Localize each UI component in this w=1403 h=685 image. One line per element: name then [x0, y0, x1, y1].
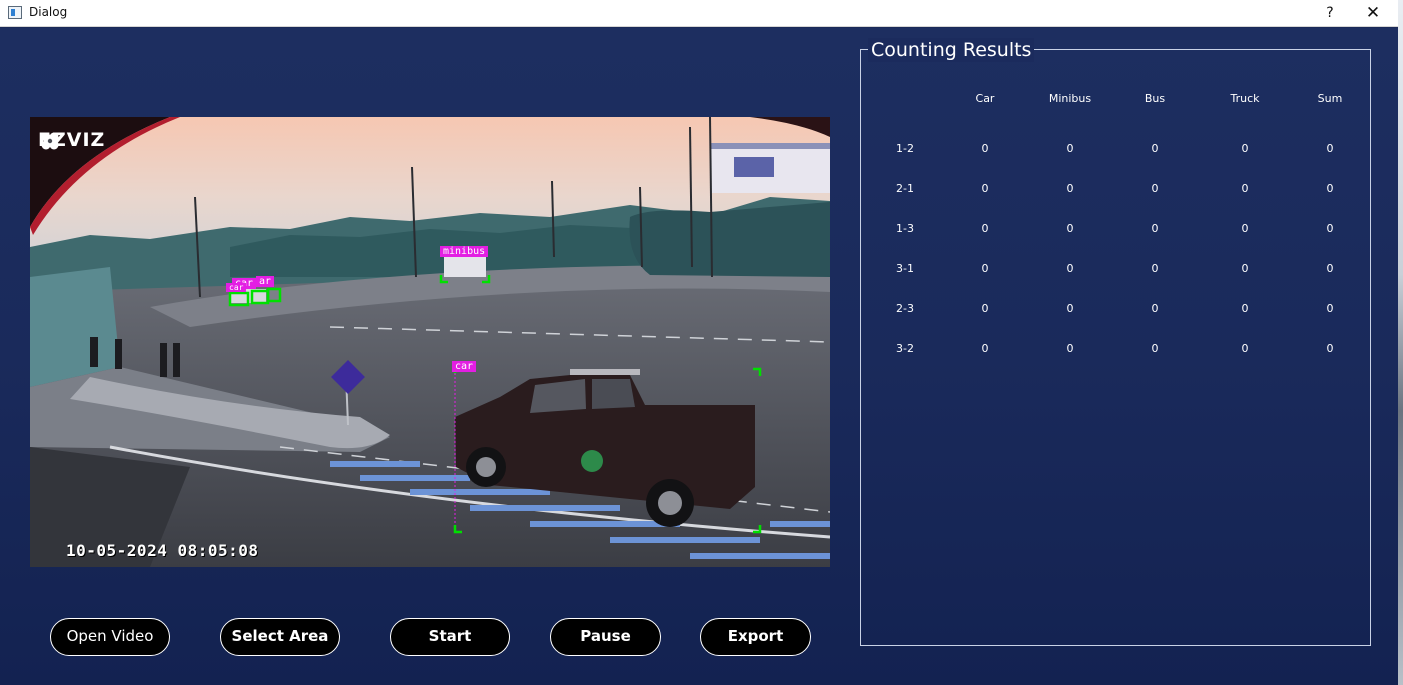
video-scene — [30, 117, 830, 567]
app-icon — [8, 6, 22, 19]
column-header-truck: Truck — [1230, 92, 1260, 105]
table-cell: 0 — [981, 142, 989, 155]
row-label: 3-2 — [896, 342, 914, 355]
table-cell: 0 — [1241, 262, 1249, 275]
detection-label-ar: ar — [256, 276, 275, 287]
video-frame: EZVIZ minibus car car ar car 10-05-2024 … — [30, 117, 830, 567]
detection-label-car-pickup: car — [452, 361, 477, 372]
row-label: 3-1 — [896, 262, 914, 275]
table-cell: 0 — [1066, 342, 1074, 355]
table-cell: 0 — [981, 342, 989, 355]
desktop-background-strip — [1398, 0, 1403, 685]
start-button[interactable]: Start — [390, 618, 510, 656]
table-cell: 0 — [1241, 302, 1249, 315]
table-cell: 0 — [1241, 222, 1249, 235]
column-header-minibus: Minibus — [1048, 92, 1092, 105]
window-title-bar: Dialog ? ✕ — [0, 0, 1398, 27]
row-label: 2-1 — [896, 182, 914, 195]
select-area-button[interactable]: Select Area — [220, 618, 340, 656]
table-cell: 0 — [981, 182, 989, 195]
table-cell: 0 — [1066, 182, 1074, 195]
ezviz-watermark: EZVIZ — [38, 129, 105, 155]
table-cell: 0 — [1241, 142, 1249, 155]
column-header-bus: Bus — [1144, 92, 1166, 105]
table-cell: 0 — [1326, 342, 1334, 355]
table-cell: 0 — [1326, 262, 1334, 275]
table-cell: 0 — [981, 222, 989, 235]
counting-results-group — [860, 49, 1371, 646]
table-cell: 0 — [1066, 142, 1074, 155]
close-button[interactable]: ✕ — [1362, 2, 1384, 24]
detection-label-car-small: car — [226, 283, 247, 292]
table-cell: 0 — [1326, 302, 1334, 315]
help-button[interactable]: ? — [1320, 2, 1340, 24]
table-cell: 0 — [1326, 142, 1334, 155]
table-cell: 0 — [1066, 262, 1074, 275]
row-label: 1-2 — [896, 142, 914, 155]
table-cell: 0 — [1151, 302, 1159, 315]
table-cell: 0 — [1151, 182, 1159, 195]
column-header-sum: Sum — [1317, 92, 1343, 105]
table-cell: 0 — [1151, 262, 1159, 275]
detection-label-minibus: minibus — [440, 246, 489, 257]
table-cell: 0 — [1326, 222, 1334, 235]
table-cell: 0 — [1151, 342, 1159, 355]
table-cell: 0 — [1151, 142, 1159, 155]
export-button[interactable]: Export — [700, 618, 811, 656]
column-header-car: Car — [975, 92, 995, 105]
window-title: Dialog — [29, 5, 68, 19]
table-cell: 0 — [981, 302, 989, 315]
video-timestamp: 10-05-2024 08:05:08 — [66, 541, 259, 560]
table-cell: 0 — [1241, 182, 1249, 195]
table-cell: 0 — [1326, 182, 1334, 195]
table-cell: 0 — [1066, 222, 1074, 235]
row-label: 1-3 — [896, 222, 914, 235]
table-cell: 0 — [1151, 222, 1159, 235]
ezviz-logo-icon — [41, 132, 59, 150]
table-cell: 0 — [1066, 302, 1074, 315]
table-cell: 0 — [981, 262, 989, 275]
open-video-button[interactable]: Open Video — [50, 618, 170, 656]
table-cell: 0 — [1241, 342, 1249, 355]
row-label: 2-3 — [896, 302, 914, 315]
counting-results-title: Counting Results — [868, 38, 1035, 62]
pause-button[interactable]: Pause — [550, 618, 661, 656]
